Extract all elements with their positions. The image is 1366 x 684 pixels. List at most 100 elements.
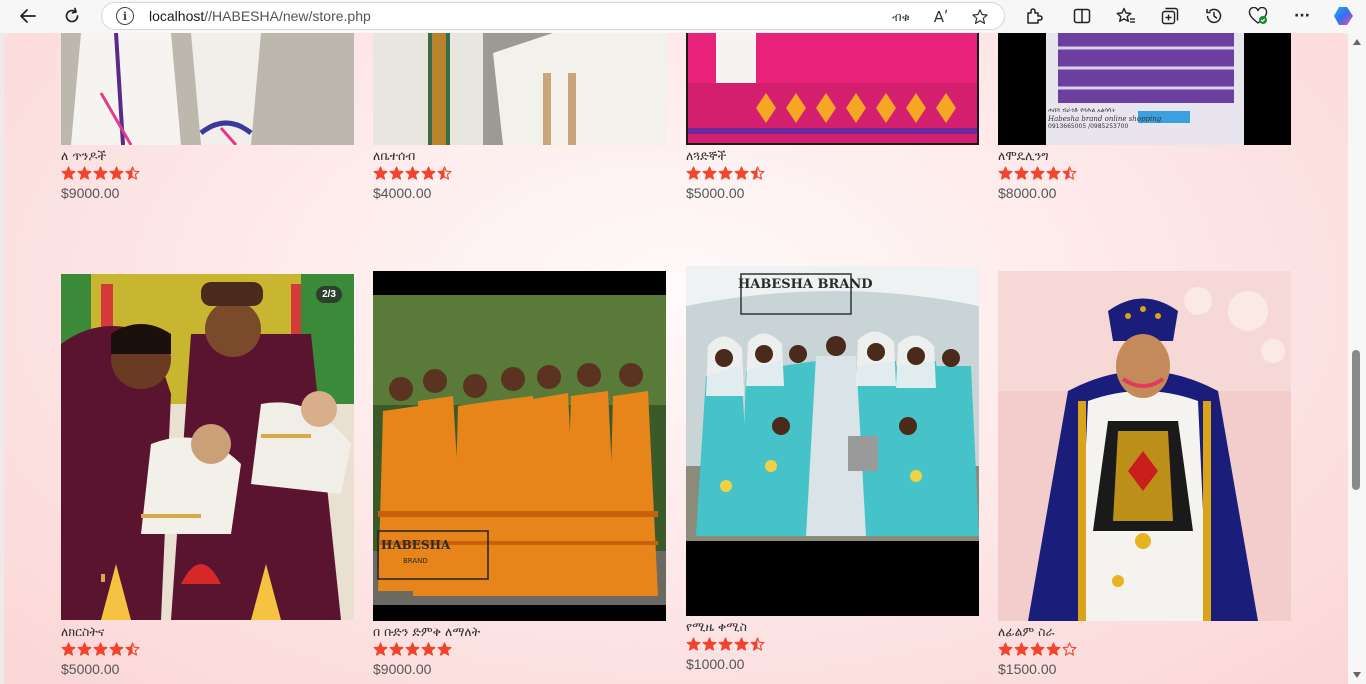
page-area: ለ ጥንዶች $9000.00 ለቤተሰብ $4000.00 ለጓድኞች $50… xyxy=(0,33,1366,684)
product-name[interactable]: ለክርስትና xyxy=(61,624,104,640)
star-half-icon xyxy=(125,642,140,656)
rating-stars xyxy=(61,642,140,657)
star-full-icon xyxy=(421,642,436,656)
family-white-photo[interactable] xyxy=(373,33,666,145)
christening-family-photo[interactable]: 2/3 xyxy=(61,274,354,620)
svg-text:HABESHA: HABESHA xyxy=(381,538,451,552)
star-full-icon xyxy=(686,166,701,180)
rating-stars xyxy=(998,642,1077,657)
rating-stars xyxy=(686,637,765,652)
star-full-icon xyxy=(389,166,404,180)
product-price: $8000.00 xyxy=(998,185,1057,201)
browser-toolbar: i localhost//HABESHA/new/store.php ብቁ Aʹ… xyxy=(0,0,1366,33)
more-icon[interactable]: ··· xyxy=(1288,4,1316,28)
address-bar[interactable]: i localhost//HABESHA/new/store.php ብቁ Aʹ xyxy=(101,2,1005,30)
product-price: $1000.00 xyxy=(686,656,745,672)
star-full-icon xyxy=(437,642,452,656)
caption-text: Habesha brand online shopping xyxy=(1048,115,1162,123)
back-arrow-icon[interactable] xyxy=(14,4,42,28)
scroll-thumb[interactable] xyxy=(1352,350,1360,490)
scroll-down-icon[interactable] xyxy=(1353,672,1361,678)
rating-stars xyxy=(998,166,1077,181)
blue-cape-photo[interactable] xyxy=(998,271,1291,621)
url-text[interactable]: localhost//HABESHA/new/store.php xyxy=(149,8,371,24)
star-full-icon xyxy=(373,166,388,180)
store-viewport: ለ ጥንዶች $9000.00 ለቤተሰብ $4000.00 ለጓድኞች $50… xyxy=(4,33,1348,684)
product-price: $9000.00 xyxy=(373,661,432,677)
star-full-icon xyxy=(77,642,92,656)
star-full-icon xyxy=(421,166,436,180)
product-name[interactable]: ለጓድኞች xyxy=(686,148,726,164)
star-half-icon xyxy=(437,166,452,180)
performance-icon[interactable] xyxy=(1244,4,1272,28)
star-full-icon xyxy=(686,637,701,651)
star-half-icon xyxy=(750,637,765,651)
star-full-icon xyxy=(1046,166,1061,180)
product-price: $5000.00 xyxy=(61,661,120,677)
star-full-icon xyxy=(405,166,420,180)
copilot-icon[interactable] xyxy=(1330,4,1358,28)
product-price: $4000.00 xyxy=(373,185,432,201)
star-full-icon xyxy=(109,166,124,180)
star-full-icon xyxy=(998,642,1013,656)
star-full-icon xyxy=(61,166,76,180)
star-full-icon xyxy=(1030,166,1045,180)
extensions-icon[interactable] xyxy=(1020,4,1048,28)
star-full-icon xyxy=(389,642,404,656)
product-name[interactable]: የሚዜ ቀሚስ xyxy=(686,619,747,635)
white-dress-photo[interactable] xyxy=(61,33,354,145)
star-full-icon xyxy=(373,642,388,656)
star-full-icon xyxy=(109,642,124,656)
split-screen-icon[interactable] xyxy=(1068,4,1096,28)
svg-text:BRAND: BRAND xyxy=(403,557,428,565)
purple-dress-photo[interactable]: ሐበሻ ብራንድ የባሕል አልባሳት Habesha brand online… xyxy=(998,33,1291,145)
translate-icon[interactable]: ብቁ xyxy=(890,6,912,28)
product-name[interactable]: ለሞዴሊንግ xyxy=(998,148,1049,164)
star-full-icon xyxy=(77,166,92,180)
star-full-icon xyxy=(1046,642,1061,656)
star-full-icon xyxy=(734,166,749,180)
star-full-icon xyxy=(61,642,76,656)
product-price: $5000.00 xyxy=(686,185,745,201)
favorite-star-icon[interactable] xyxy=(969,6,991,28)
collections-icon[interactable] xyxy=(1156,4,1184,28)
product-name[interactable]: በ ቡድን ድምቅ ለማለት xyxy=(373,624,480,640)
star-full-icon xyxy=(1014,166,1029,180)
product-price: $1500.00 xyxy=(998,661,1057,677)
product-price: $9000.00 xyxy=(61,185,120,201)
star-half-icon xyxy=(750,166,765,180)
pink-dress-photo[interactable] xyxy=(686,33,979,145)
star-full-icon xyxy=(1030,642,1045,656)
star-full-icon xyxy=(93,166,108,180)
favorites-icon[interactable] xyxy=(1112,4,1140,28)
rating-stars xyxy=(373,642,452,657)
info-icon[interactable]: i xyxy=(116,7,134,25)
star-empty-icon xyxy=(1062,642,1077,656)
scroll-up-icon[interactable] xyxy=(1353,39,1361,45)
star-full-icon xyxy=(718,166,733,180)
image-counter-badge: 2/3 xyxy=(316,286,342,303)
star-full-icon xyxy=(1014,642,1029,656)
star-full-icon xyxy=(405,642,420,656)
rating-stars xyxy=(373,166,452,181)
product-name[interactable]: ለፊልም ስራ xyxy=(998,624,1055,640)
star-full-icon xyxy=(702,166,717,180)
caption-phone: 0913665005 /0985253700 xyxy=(1048,123,1129,130)
product-name[interactable]: ለቤተሰብ xyxy=(373,148,415,164)
rating-stars xyxy=(61,166,140,181)
star-half-icon xyxy=(1062,166,1077,180)
product-name[interactable]: ለ ጥንዶች xyxy=(61,148,106,164)
vertical-scrollbar[interactable] xyxy=(1348,33,1366,684)
bridesmaid-photo[interactable]: HABESHA BRAND xyxy=(686,266,979,616)
rating-stars xyxy=(686,166,765,181)
orange-group-photo[interactable]: HABESHA BRAND xyxy=(373,271,666,621)
read-aloud-icon[interactable]: Aʹ xyxy=(930,6,952,28)
star-full-icon xyxy=(702,637,717,651)
star-full-icon xyxy=(718,637,733,651)
history-icon[interactable] xyxy=(1200,4,1228,28)
refresh-icon[interactable] xyxy=(58,4,86,28)
star-half-icon xyxy=(125,166,140,180)
watermark-text: HABESHA BRAND xyxy=(738,277,873,292)
caption-am: ሐበሻ ብራንድ የባሕል አልባሳት xyxy=(1048,107,1116,114)
star-full-icon xyxy=(93,642,108,656)
